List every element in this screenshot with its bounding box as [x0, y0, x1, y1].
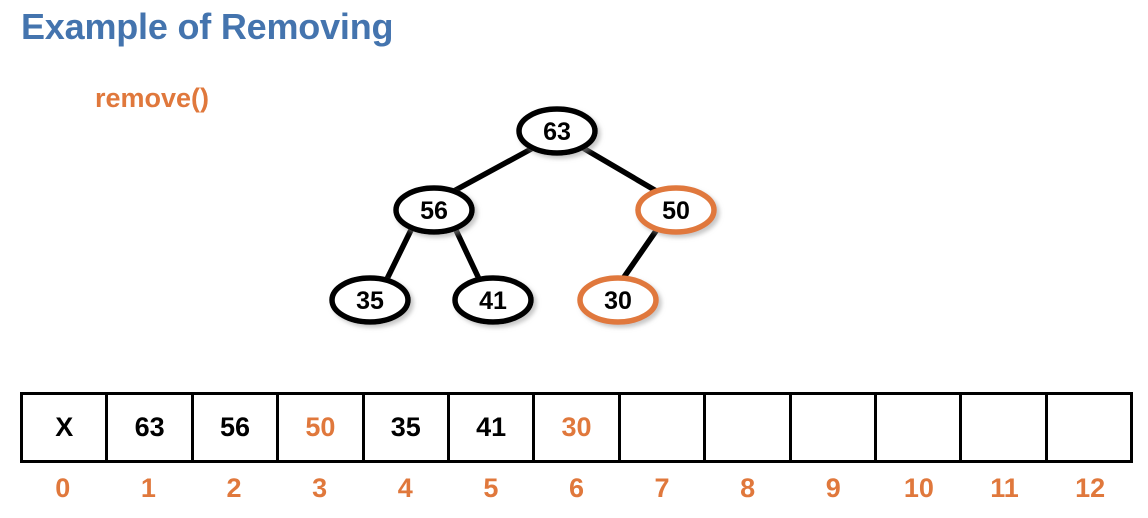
array-index-11: 11: [990, 473, 1019, 503]
tree-node-group: 63 56 50 35 41 30: [329, 106, 717, 325]
tree-edge: [619, 225, 661, 283]
array-index-10: 10: [903, 473, 934, 503]
binary-tree-diagram: 63 56 50 35 41 30: [0, 0, 1148, 370]
array-cell-1[interactable]: 63: [108, 395, 194, 460]
array-cell-5[interactable]: 41: [449, 395, 536, 460]
array-index-0: 0: [55, 473, 71, 503]
array-cell-6[interactable]: 30: [535, 395, 621, 460]
array-index-8: 8: [740, 473, 756, 503]
array-cell-2[interactable]: 56: [193, 395, 280, 460]
array-representation: X 63 56 50 35 41 30: [20, 392, 1133, 463]
tree-edge: [383, 225, 415, 284]
array-cell-7[interactable]: [620, 395, 707, 460]
array-index-12: 12: [1075, 473, 1106, 503]
array-cell-9[interactable]: [791, 395, 877, 460]
tree-node-label: 56: [420, 197, 448, 225]
array-index-1: 1: [140, 473, 156, 503]
array-cell-10[interactable]: [876, 395, 963, 460]
tree-node-label: 30: [604, 287, 632, 315]
array-cell-3[interactable]: 50: [279, 395, 365, 460]
array-index-4: 4: [397, 473, 413, 503]
tree-node-56[interactable]: 56: [393, 185, 475, 235]
array-index-9: 9: [825, 473, 841, 503]
tree-svg: 63 56 50 35 41 30: [329, 106, 717, 325]
array-cell-11[interactable]: [962, 395, 1048, 460]
array-index-5: 5: [483, 473, 499, 503]
array-cell-8[interactable]: [706, 395, 792, 460]
array-index-2: 2: [226, 473, 242, 503]
array-cell-4[interactable]: 35: [364, 395, 450, 460]
tree-node-41[interactable]: 41: [452, 275, 534, 325]
tree-node-50[interactable]: 50: [635, 185, 717, 235]
tree-node-label: 35: [356, 287, 384, 315]
array-index-6: 6: [568, 473, 584, 503]
tree-edge: [449, 145, 536, 195]
tree-node-label: 63: [543, 118, 571, 146]
array-index-3: 3: [312, 473, 328, 503]
tree-node-label: 41: [479, 287, 507, 315]
array-cell-0[interactable]: X: [23, 395, 109, 460]
array-index-row: 0 1 2 3 4 5 6 7 8 9 10 11 12: [20, 470, 1133, 506]
tree-edge: [580, 145, 661, 195]
tree-node-30[interactable]: 30: [577, 275, 659, 325]
array-index-7: 7: [654, 473, 670, 503]
tree-node-label: 50: [662, 197, 690, 225]
tree-node-63[interactable]: 63: [516, 106, 598, 156]
array-cell-12[interactable]: [1047, 395, 1131, 460]
tree-node-35[interactable]: 35: [329, 275, 411, 325]
tree-edge: [452, 225, 483, 284]
